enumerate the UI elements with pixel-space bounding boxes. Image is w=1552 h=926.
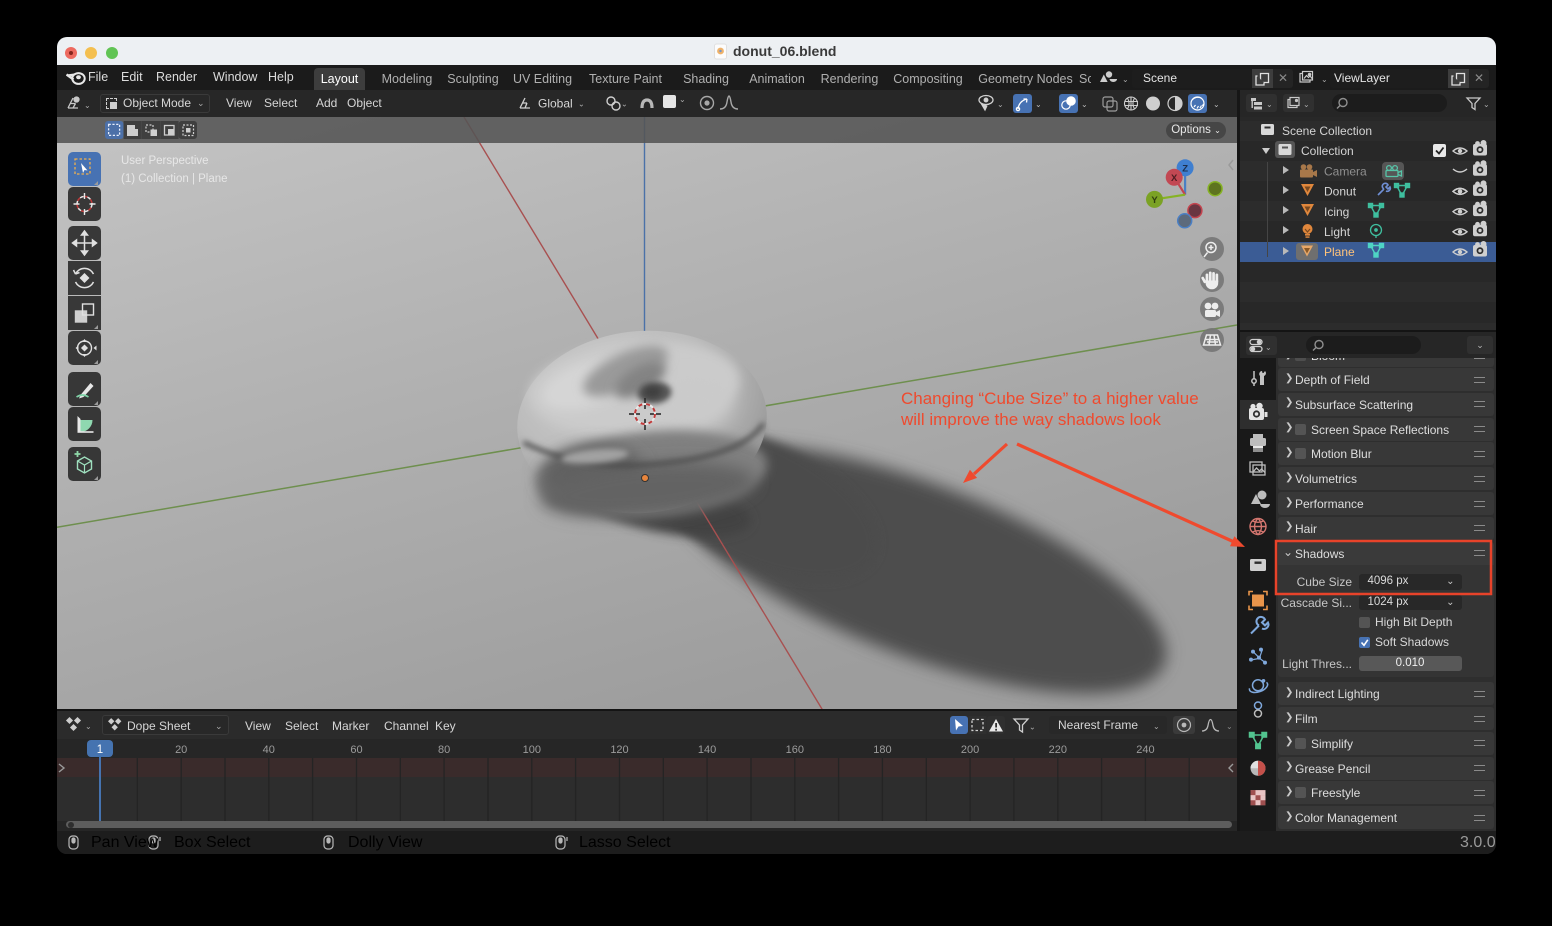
svg-text:Plane: Plane <box>1324 245 1355 259</box>
svg-text:180: 180 <box>873 744 891 756</box>
svg-text:⌄: ⌄ <box>1122 75 1129 84</box>
svg-text:200: 200 <box>961 744 979 756</box>
svg-text:⌄: ⌄ <box>1213 100 1220 109</box>
svg-text:140: 140 <box>698 744 716 756</box>
svg-text:⌄: ⌄ <box>1029 723 1036 732</box>
svg-text:220: 220 <box>1049 744 1067 756</box>
svg-text:⌄: ⌄ <box>621 100 628 109</box>
svg-text:X: X <box>1171 173 1178 184</box>
svg-text:⌄: ⌄ <box>1483 100 1490 109</box>
svg-text:Camera: Camera <box>1324 164 1367 178</box>
svg-text:Y: Y <box>1151 195 1158 206</box>
svg-text:⌄: ⌄ <box>1226 722 1233 731</box>
svg-text:User Perspective: User Perspective <box>121 155 209 167</box>
svg-text:60: 60 <box>350 744 362 756</box>
svg-text:20: 20 <box>175 744 187 756</box>
svg-text:⌄: ⌄ <box>997 100 1004 109</box>
svg-text:Z: Z <box>1182 163 1188 174</box>
svg-text:Collection: Collection <box>1301 144 1354 158</box>
svg-text:⌄: ⌄ <box>1266 100 1273 109</box>
svg-text:100: 100 <box>523 744 541 756</box>
svg-text:Icing: Icing <box>1324 205 1349 219</box>
svg-text:⌄: ⌄ <box>578 100 585 109</box>
svg-text:⌄: ⌄ <box>1321 75 1328 84</box>
svg-text:160: 160 <box>786 744 804 756</box>
svg-text:80: 80 <box>438 744 450 756</box>
svg-text:⌄: ⌄ <box>1303 100 1310 109</box>
svg-text:240: 240 <box>1136 744 1154 756</box>
svg-text:(1) Collection | Plane: (1) Collection | Plane <box>121 173 228 185</box>
svg-text:120: 120 <box>610 744 628 756</box>
svg-text:Light: Light <box>1324 225 1351 239</box>
svg-text:⌄: ⌄ <box>1035 100 1042 109</box>
svg-text:⌄: ⌄ <box>85 722 92 731</box>
svg-text:Global: Global <box>538 97 573 111</box>
svg-text:⌄: ⌄ <box>1265 343 1272 352</box>
svg-text:⌄: ⌄ <box>1153 722 1160 731</box>
svg-text:Nearest Frame: Nearest Frame <box>1058 718 1138 732</box>
svg-text:40: 40 <box>263 744 275 756</box>
svg-text:1: 1 <box>97 744 103 756</box>
svg-text:Donut: Donut <box>1324 185 1357 199</box>
svg-text:⌄: ⌄ <box>1081 100 1088 109</box>
svg-text:⌄: ⌄ <box>84 101 91 110</box>
svg-text:Scene Collection: Scene Collection <box>1282 124 1372 138</box>
